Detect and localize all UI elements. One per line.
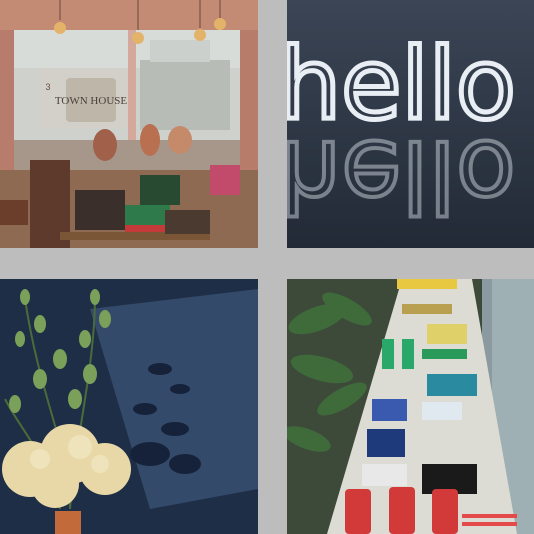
neon-hello-photo: hello hello xyxy=(287,0,534,248)
neon-reflection: hello xyxy=(287,118,516,232)
shop-number: 3 xyxy=(45,82,50,92)
shop-interior-photo: TOWN HOUSE 3 xyxy=(0,0,258,248)
flowers-shadow-photo xyxy=(0,279,258,534)
shop-sign: TOWN HOUSE xyxy=(55,95,127,107)
stationery-display-photo xyxy=(287,279,534,534)
